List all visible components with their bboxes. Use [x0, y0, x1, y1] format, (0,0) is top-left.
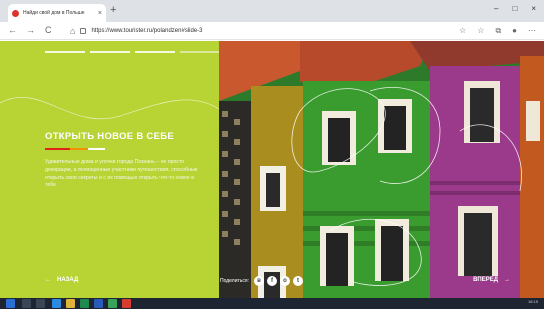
- profile-icon[interactable]: ●: [512, 25, 517, 36]
- address-bar[interactable]: ⌂ https://www.tourister.ru/polandzen#sli…: [70, 25, 450, 37]
- task-view-icon[interactable]: [36, 299, 45, 308]
- favorites-bar-icon[interactable]: ☆: [477, 25, 484, 36]
- tab-close-icon[interactable]: ×: [98, 10, 102, 17]
- tab-title: Найди свой дом в Польше: [23, 10, 85, 16]
- slide-progress-1[interactable]: [45, 51, 85, 53]
- back-label: НАЗАД: [57, 277, 79, 283]
- browser-tab-bar: Найди свой дом в Польше × + – □ ×: [0, 0, 544, 22]
- url-text[interactable]: https://www.tourister.ru/polandzen#slide…: [91, 28, 202, 34]
- share-label: Поделиться:: [220, 278, 249, 284]
- reload-icon[interactable]: C: [45, 25, 52, 36]
- site-favicon-icon: [12, 9, 19, 17]
- word-icon[interactable]: [94, 299, 103, 308]
- os-taskbar: 16:19: [0, 298, 544, 309]
- maximize-button[interactable]: □: [512, 4, 517, 13]
- vk-icon[interactable]: в: [254, 276, 264, 286]
- back-button[interactable]: ← НАЗАД: [45, 277, 78, 283]
- slide-body-text: Удивительные дома и улочки города Познан…: [45, 159, 198, 189]
- facebook-icon[interactable]: f: [267, 276, 277, 286]
- forward-button[interactable]: ВПЕРЕД →: [473, 277, 510, 283]
- search-icon[interactable]: [22, 299, 31, 308]
- arrow-right-icon: →: [504, 277, 510, 283]
- system-clock[interactable]: 16:19: [528, 299, 538, 304]
- excel-icon[interactable]: [80, 299, 89, 308]
- new-tab-button[interactable]: +: [110, 5, 116, 16]
- home-icon[interactable]: ⌂: [70, 26, 75, 37]
- app-red-icon[interactable]: [122, 299, 131, 308]
- toolbar-actions: ☆ ☆ ⧉ ● ⋯: [459, 25, 536, 36]
- browser-tab[interactable]: Найди свой дом в Польше ×: [8, 4, 106, 22]
- twitter-icon[interactable]: t: [293, 276, 303, 286]
- forward-label: ВПЕРЕД: [473, 277, 498, 283]
- lock-icon: [80, 28, 87, 34]
- back-nav-icon[interactable]: ←: [8, 25, 17, 36]
- start-button-icon[interactable]: [6, 299, 15, 308]
- accent-stripe: [45, 148, 105, 150]
- slide-progress-3[interactable]: [135, 51, 175, 53]
- close-window-button[interactable]: ×: [531, 4, 536, 13]
- accent-red: [45, 148, 70, 150]
- edge-browser-icon[interactable]: [52, 299, 61, 308]
- slide-progress-2[interactable]: [90, 51, 130, 53]
- collections-icon[interactable]: ⧉: [495, 25, 501, 36]
- more-menu-icon[interactable]: ⋯: [528, 25, 536, 36]
- odnoklassniki-icon[interactable]: о: [280, 276, 290, 286]
- accent-white: [88, 148, 105, 150]
- file-explorer-icon[interactable]: [66, 299, 75, 308]
- arrow-left-icon: ←: [45, 277, 51, 283]
- accent-orange: [70, 148, 88, 150]
- forward-nav-icon[interactable]: →: [26, 25, 35, 36]
- slide-progress-4[interactable]: [180, 51, 219, 53]
- window-controls: – □ ×: [494, 4, 536, 13]
- minimize-button[interactable]: –: [494, 4, 498, 13]
- slide-page: ОТКРЫТЬ НОВОЕ В СЕБЕ Удивительные дома и…: [0, 41, 544, 298]
- favorite-icon[interactable]: ☆: [459, 25, 466, 36]
- slide-headline: ОТКРЫТЬ НОВОЕ В СЕБЕ: [45, 131, 174, 142]
- browser-toolbar: ← → C ⌂ https://www.tourister.ru/polandz…: [0, 22, 544, 40]
- app-green-icon[interactable]: [108, 299, 117, 308]
- share-bar: Поделиться: в f о t: [220, 276, 303, 286]
